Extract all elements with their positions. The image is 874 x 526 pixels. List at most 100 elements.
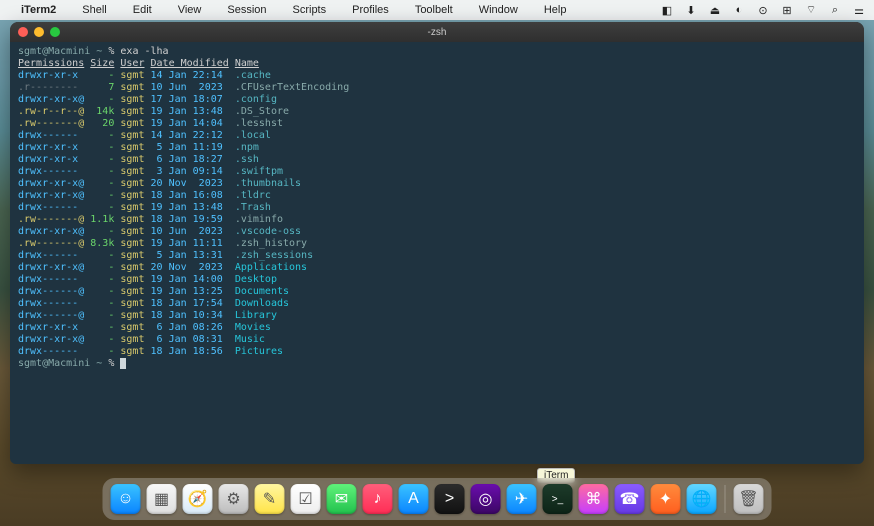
wifi-icon[interactable]: ⌔ — [804, 3, 818, 17]
cursor — [120, 358, 126, 369]
status-icon[interactable]: ⏏ — [708, 3, 722, 17]
cell-user: sgmt — [120, 190, 144, 201]
menubar-right: ◧ ⬇ ⏏ ◐ ⊙ ⊞ ⌔ ⌕ ⚌ — [660, 3, 866, 17]
dock-app-launchpad[interactable]: ▦ — [147, 484, 177, 514]
cell-perm: .rw-------@ — [18, 238, 84, 249]
cell-size: - — [90, 346, 114, 357]
cell-size: - — [90, 286, 114, 297]
app-name[interactable]: iTerm2 — [21, 4, 56, 16]
cell-name: .Trash — [235, 202, 271, 213]
cell-user: sgmt — [120, 130, 144, 141]
dock-app-orbit[interactable]: ◎ — [471, 484, 501, 514]
dock-app-iterm[interactable]: >_ — [543, 484, 573, 514]
cell-user: sgmt — [120, 118, 144, 129]
terminal-window: -zsh sgmt@Macmini ~ % exa -lha Permissio… — [10, 22, 864, 464]
cell-user: sgmt — [120, 202, 144, 213]
cell-date: 19 Jan 13:48 — [151, 106, 229, 117]
window-title: -zsh — [10, 27, 864, 38]
dock-app-settings[interactable]: ⚙ — [219, 484, 249, 514]
terminal-body[interactable]: sgmt@Macmini ~ % exa -lha Permissions Si… — [10, 42, 864, 378]
zoom-button[interactable] — [50, 27, 60, 37]
cell-name: Pictures — [235, 346, 283, 357]
close-button[interactable] — [18, 27, 28, 37]
cell-name: Movies — [235, 322, 271, 333]
cell-date: 18 Jan 16:08 — [151, 190, 229, 201]
search-icon[interactable]: ⌕ — [828, 3, 842, 17]
menu-item[interactable]: Profiles — [352, 4, 389, 16]
dock-app-reminders[interactable]: ☑ — [291, 484, 321, 514]
cell-perm: drwxr-xr-x@ — [18, 178, 84, 189]
cell-name: Applications — [235, 262, 307, 273]
prompt-path: ~ — [96, 358, 102, 369]
dock-app-shortcuts[interactable]: ⌘ — [579, 484, 609, 514]
cell-user: sgmt — [120, 214, 144, 225]
cell-date: 19 Jan 14:04 — [151, 118, 229, 129]
cell-perm: drwxr-xr-x@ — [18, 262, 84, 273]
prompt-user-host: sgmt@Macmini — [18, 358, 90, 369]
dock-app-network[interactable]: 🌐 — [687, 484, 717, 514]
cell-date: 18 Jan 17:54 — [151, 298, 229, 309]
menubar: iTerm2 Shell Edit View Session Scripts Profil… — [0, 0, 874, 20]
cell-name: .CFUserTextEncoding — [235, 82, 349, 93]
status-icon[interactable]: ⬇ — [684, 3, 698, 17]
menu-item[interactable]: Shell — [82, 4, 106, 16]
dock-app-finder[interactable]: ☺ — [111, 484, 141, 514]
cell-user: sgmt — [120, 322, 144, 333]
dock-app-safari[interactable]: 🧭 — [183, 484, 213, 514]
cell-name: .vscode-oss — [235, 226, 301, 237]
cell-size: 7 — [90, 82, 114, 93]
cell-name: Documents — [235, 286, 289, 297]
dock-app-notes[interactable]: ✎ — [255, 484, 285, 514]
cell-perm: drwx------ — [18, 298, 84, 309]
cell-date: 3 Jan 09:14 — [151, 166, 229, 177]
cell-name: .ssh — [235, 154, 259, 165]
menu-item[interactable]: Edit — [133, 4, 152, 16]
cell-name: .thumbnails — [235, 178, 301, 189]
menu-item[interactable]: Scripts — [293, 4, 327, 16]
cell-size: - — [90, 274, 114, 285]
menu-item[interactable]: View — [178, 4, 202, 16]
dock-app-messages[interactable]: ✉ — [327, 484, 357, 514]
cell-name: Desktop — [235, 274, 277, 285]
cell-perm: drwx------ — [18, 250, 84, 261]
status-icon[interactable]: ⊞ — [780, 3, 794, 17]
cell-date: 14 Jan 22:12 — [151, 130, 229, 141]
cell-perm: drwxr-xr-x — [18, 154, 84, 165]
col-date: Date Modified — [151, 58, 229, 69]
cell-user: sgmt — [120, 334, 144, 345]
cell-date: 6 Jan 18:27 — [151, 154, 229, 165]
cell-name: .zsh_history — [235, 238, 307, 249]
cell-name: Downloads — [235, 298, 289, 309]
status-icon[interactable]: ◧ — [660, 3, 674, 17]
dock-app-viber[interactable]: ☎ — [615, 484, 645, 514]
cell-user: sgmt — [120, 82, 144, 93]
cell-size: - — [90, 298, 114, 309]
dock-app-music[interactable]: ♪ — [363, 484, 393, 514]
cell-user: sgmt — [120, 310, 144, 321]
cell-user: sgmt — [120, 178, 144, 189]
dock-separator — [725, 485, 726, 513]
cell-date: 19 Jan 11:11 — [151, 238, 229, 249]
dock-app-terminal[interactable]: > — [435, 484, 465, 514]
cell-size: - — [90, 226, 114, 237]
dock-app-appstore[interactable]: A — [399, 484, 429, 514]
cell-date: 18 Jan 19:59 — [151, 214, 229, 225]
cell-size: - — [90, 166, 114, 177]
menu-item[interactable]: Window — [479, 4, 518, 16]
cell-name: .zsh_sessions — [235, 250, 313, 261]
cell-name: .cache — [235, 70, 271, 81]
menu-item[interactable]: Help — [544, 4, 567, 16]
dock-app-telegram[interactable]: ✈ — [507, 484, 537, 514]
minimize-button[interactable] — [34, 27, 44, 37]
dock-app-photoeditor[interactable]: ✦ — [651, 484, 681, 514]
dock-app-trash[interactable]: 🗑 — [734, 484, 764, 514]
cell-size: - — [90, 334, 114, 345]
control-center-icon[interactable]: ⚌ — [852, 3, 866, 17]
status-icon[interactable]: ⊙ — [756, 3, 770, 17]
menu-item[interactable]: Toolbelt — [415, 4, 453, 16]
status-icon[interactable]: ◐ — [732, 3, 746, 17]
cell-date: 5 Jan 13:31 — [151, 250, 229, 261]
window-titlebar[interactable]: -zsh — [10, 22, 864, 42]
cell-user: sgmt — [120, 70, 144, 81]
menu-item[interactable]: Session — [227, 4, 266, 16]
